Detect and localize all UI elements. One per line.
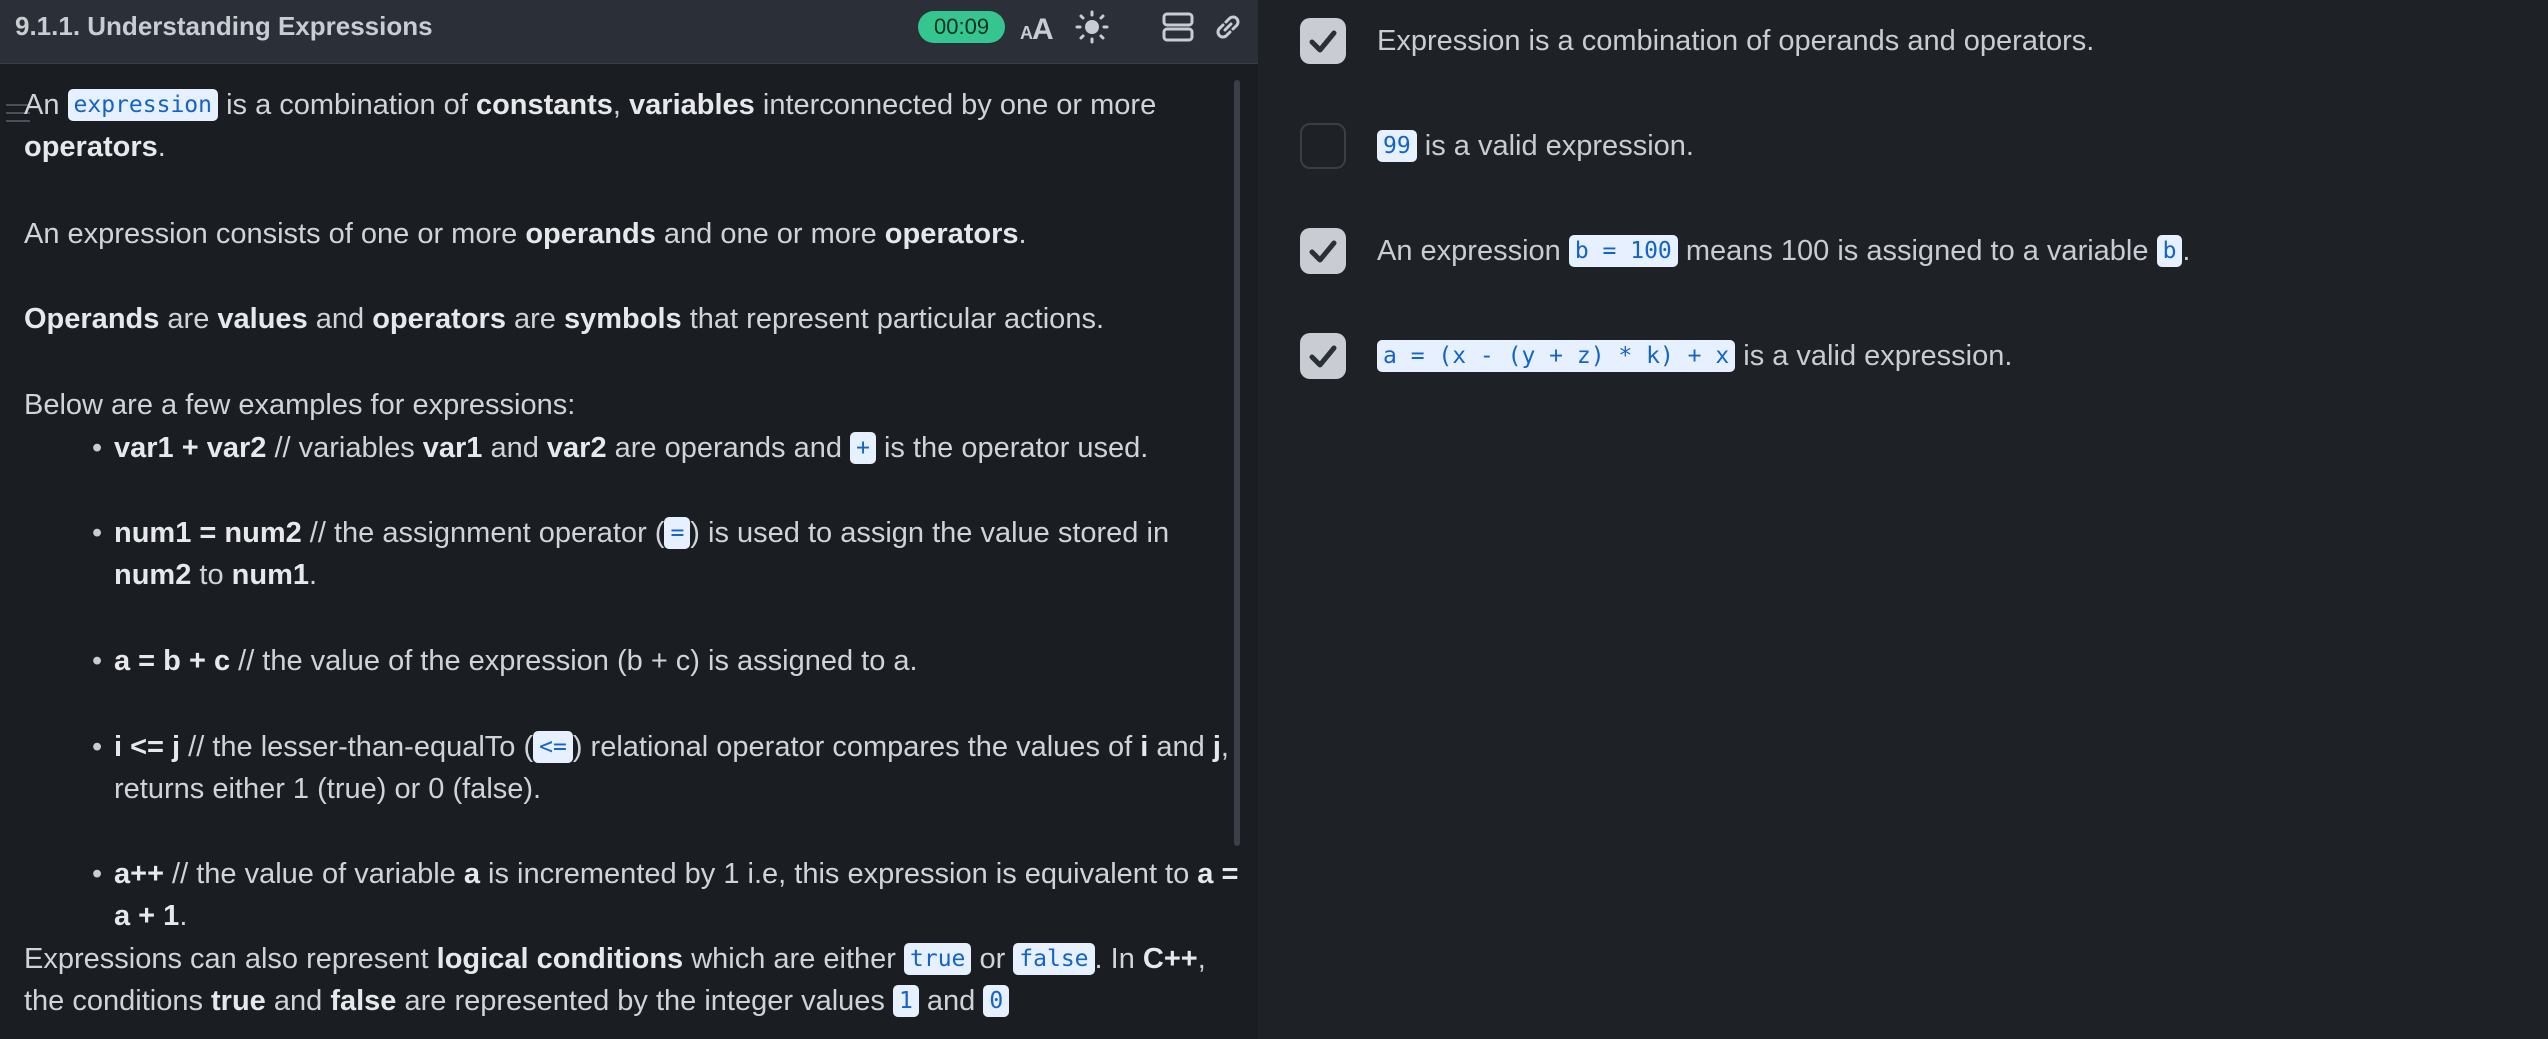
lesson-panel: 9.1.1. Understanding Expressions 00:09 A…: [0, 0, 1258, 1039]
option-text: a = (x - (y + z) * k) + x is a valid exp…: [1377, 333, 2012, 379]
checkbox[interactable]: [1300, 18, 1346, 64]
inline-code: +: [850, 432, 876, 464]
inline-code: 0: [983, 985, 1010, 1017]
inline-code: false: [1013, 943, 1095, 975]
inline-code: b: [2156, 235, 2183, 267]
lesson-content: An expression is a combination of consta…: [0, 64, 1240, 1039]
check-icon: [1309, 30, 1337, 53]
page-title: 9.1.1. Understanding Expressions: [15, 11, 433, 41]
scrollbar[interactable]: [1234, 80, 1240, 846]
checkbox[interactable]: [1300, 333, 1346, 379]
paragraph-1: An expression is a combination of consta…: [24, 89, 1157, 163]
option-text: An expression b = 100 means 100 is assig…: [1377, 235, 2191, 267]
check-icon: [1309, 345, 1337, 368]
inline-code: true: [904, 943, 972, 975]
paragraph-2: An expression consists of one or more op…: [24, 218, 1027, 250]
paragraph-4: Below are a few examples for expressions…: [24, 389, 576, 421]
lesson-header: 9.1.1. Understanding Expressions 00:09 A…: [0, 0, 1258, 64]
inline-code: a = (x - (y + z) * k) + x: [1377, 340, 1736, 372]
option-text: Expression is a combination of operands …: [1377, 25, 2095, 57]
font-size-icon[interactable]: A A: [1020, 10, 1056, 44]
option-text: 99 is a valid expression.: [1377, 123, 1694, 169]
inline-code: =: [664, 517, 691, 549]
timer-badge: 00:09: [918, 11, 1006, 43]
inline-code: 1: [892, 985, 919, 1017]
inline-code: <=: [533, 731, 573, 763]
paragraph-5: Expressions can also represent logical c…: [24, 943, 1206, 1017]
quiz-panel: Expression is a combination of operands …: [1258, 0, 2548, 1039]
checkbox[interactable]: [1300, 228, 1346, 274]
checkbox[interactable]: [1300, 123, 1346, 169]
check-icon: [1309, 240, 1337, 263]
theme-toggle-icon[interactable]: [1074, 10, 1110, 44]
svg-text:A: A: [1032, 13, 1054, 44]
inline-code: expression: [67, 89, 219, 121]
link-icon[interactable]: [1210, 10, 1246, 44]
layout-toggle-icon[interactable]: [1160, 10, 1196, 44]
inline-code: 99: [1377, 130, 1417, 162]
inline-code: b = 100: [1568, 235, 1678, 267]
paragraph-3: Operands are values and operators are sy…: [24, 303, 1104, 335]
